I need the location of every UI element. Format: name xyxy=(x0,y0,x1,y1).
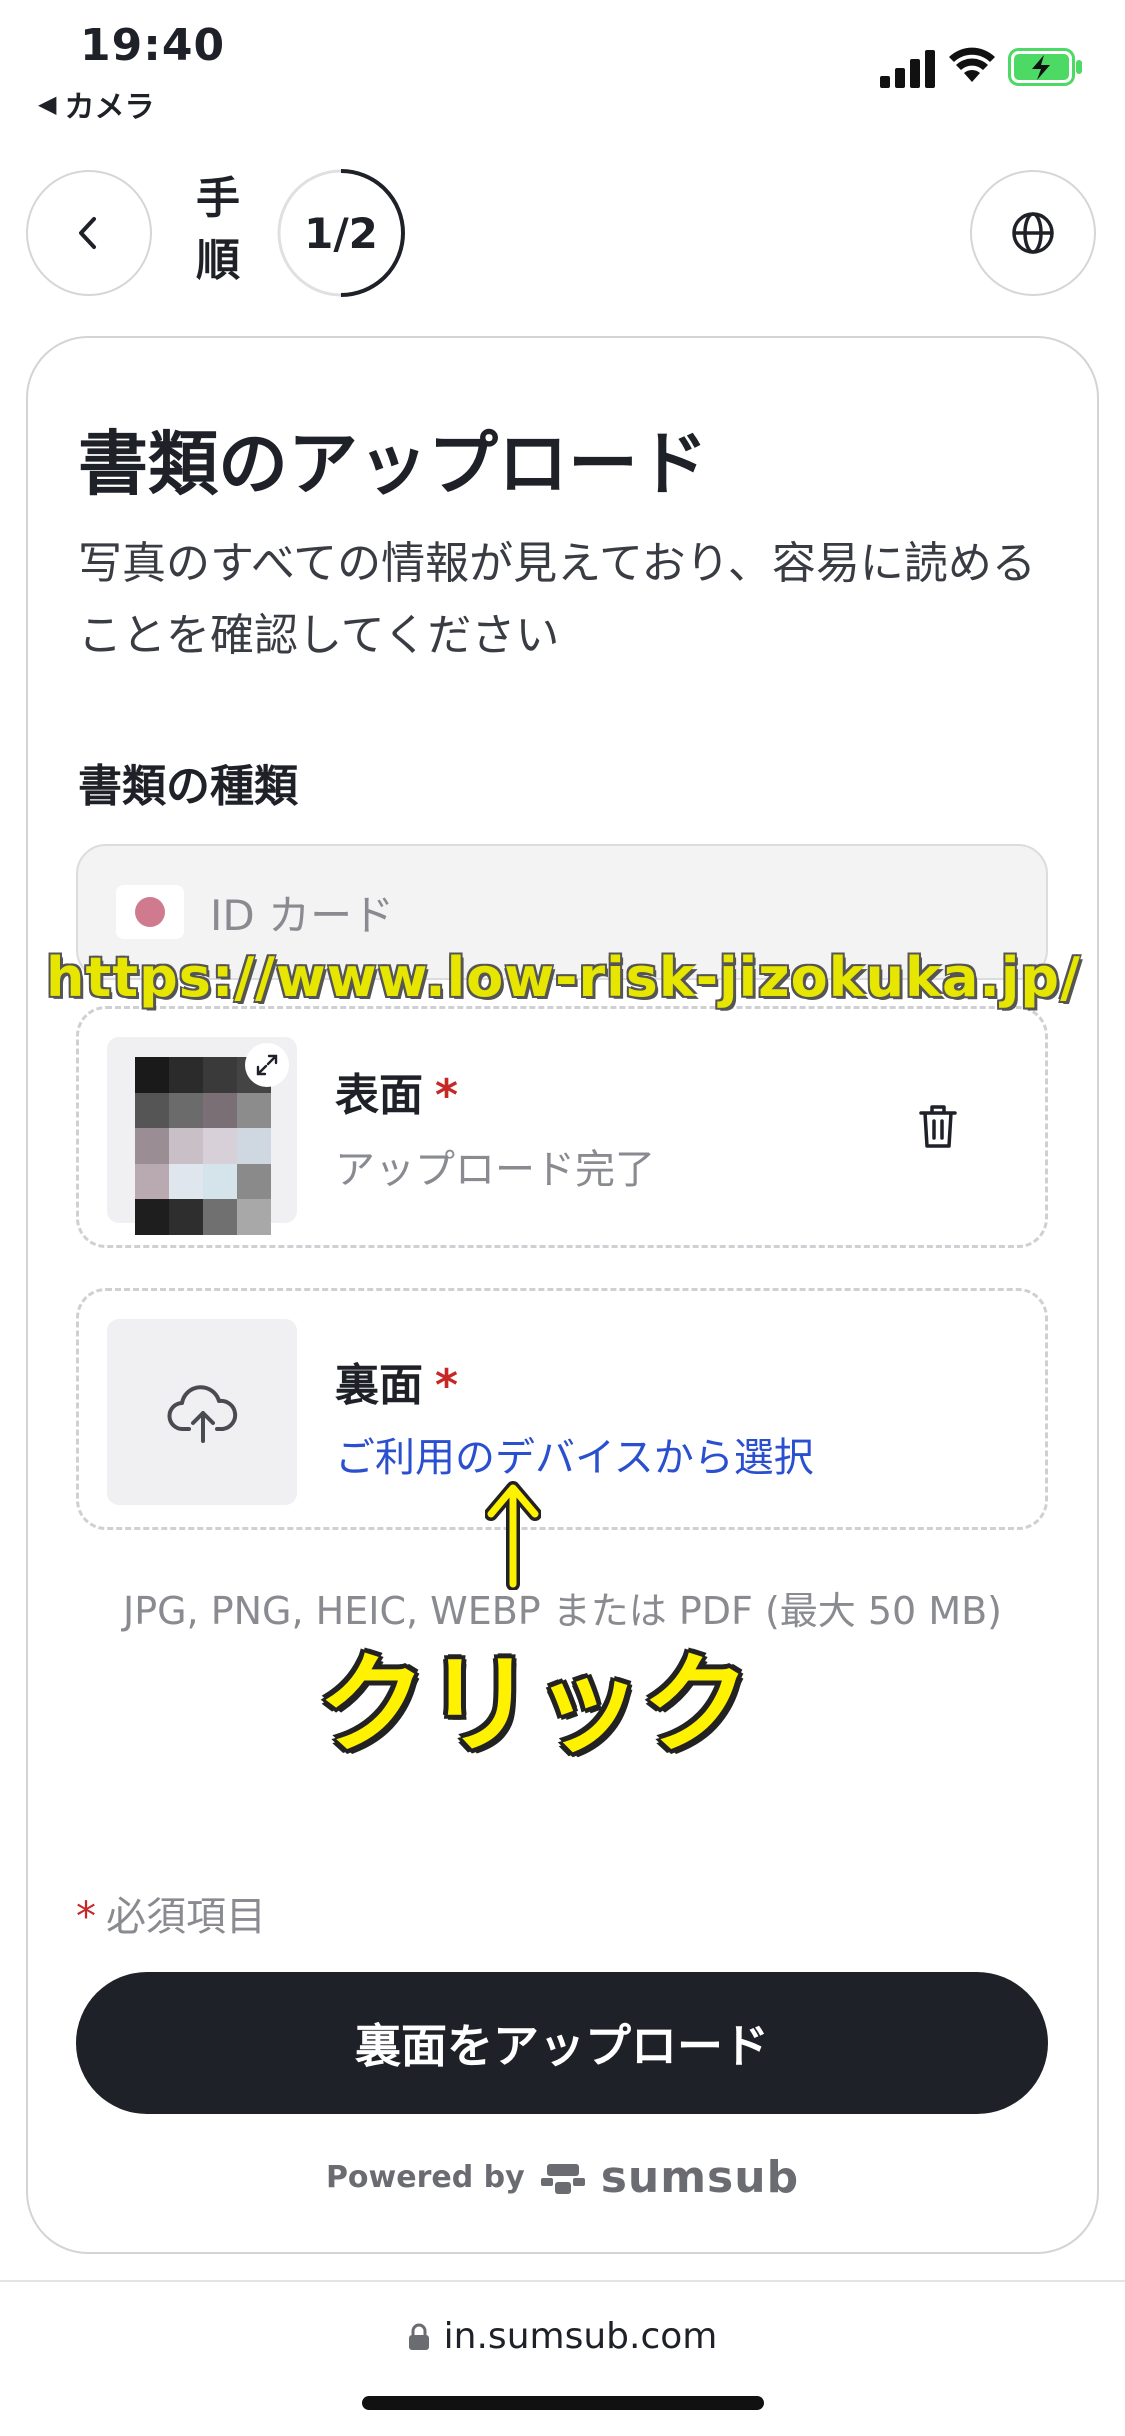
page-title: 書類のアップロード xyxy=(78,423,708,505)
arrow-up-annotation-icon xyxy=(485,1481,541,1590)
divider xyxy=(0,2280,1125,2282)
select-from-device-link[interactable]: ご利用のデバイスから選択 xyxy=(335,1425,814,1483)
required-note-text: 必須項目 xyxy=(106,1894,266,1940)
home-indicator[interactable] xyxy=(362,2396,764,2410)
back-side-upload[interactable]: 裏面 * ご利用のデバイスから選択 xyxy=(76,1288,1048,1530)
back-title-text: 裏面 xyxy=(335,1360,423,1411)
url-text: in.sumsub.com xyxy=(443,2316,718,2357)
required-fields-note: * 必須項目 xyxy=(76,1884,266,1942)
chevron-left-icon xyxy=(79,217,96,249)
back-triangle-icon: ◀ xyxy=(38,90,57,118)
front-side-upload: 表面 * アップロード完了 xyxy=(76,1006,1048,1248)
powered-by-footer: Powered by sumsub xyxy=(0,2152,1125,2203)
cellular-signal-icon xyxy=(880,50,935,88)
powered-by-label: Powered by xyxy=(325,2160,525,2195)
id-card-preview-image xyxy=(135,1057,271,1235)
cloud-upload-icon xyxy=(167,1385,238,1443)
front-side-title: 表面 * xyxy=(335,1059,458,1123)
upload-placeholder[interactable] xyxy=(107,1319,297,1505)
upload-back-button[interactable]: 裏面をアップロード xyxy=(76,1972,1048,2114)
sumsub-logo-icon xyxy=(540,2163,585,2194)
required-asterisk: * xyxy=(435,1070,459,1121)
front-title-text: 表面 xyxy=(335,1070,423,1121)
language-button[interactable] xyxy=(970,170,1096,296)
page-subtitle: 写真のすべての情報が見えており、容易に読めることを確認してください xyxy=(78,538,1036,661)
back-side-title: 裏面 * xyxy=(335,1349,458,1413)
document-type-value: ID カード xyxy=(210,890,395,940)
click-annotation: クリック xyxy=(318,1643,751,1768)
japan-flag-icon xyxy=(116,885,184,939)
back-to-app-link[interactable]: ◀ カメラ xyxy=(38,82,154,126)
browser-url-bar[interactable]: in.sumsub.com xyxy=(0,2316,1125,2357)
status-time: 19:40 xyxy=(80,20,226,71)
trash-icon[interactable] xyxy=(915,1101,961,1151)
sumsub-brand: sumsub xyxy=(600,2152,800,2203)
document-type-label: 書類の種類 xyxy=(78,761,298,812)
upload-status: アップロード完了 xyxy=(335,1147,655,1193)
front-thumbnail[interactable] xyxy=(107,1037,297,1235)
lock-icon xyxy=(408,2323,429,2350)
steps-label: 手順 xyxy=(196,173,240,286)
globe-icon xyxy=(1012,212,1054,254)
watermark-url: https://www.low-risk-jizokuka.jp/ xyxy=(46,946,1081,1009)
back-app-label: カメラ xyxy=(64,90,155,125)
battery-charging-icon xyxy=(1008,48,1082,86)
required-asterisk: * xyxy=(76,1894,96,1940)
back-button[interactable] xyxy=(26,170,152,296)
required-asterisk: * xyxy=(435,1360,459,1411)
expand-icon[interactable] xyxy=(245,1043,289,1087)
step-counter: 1/2 xyxy=(304,208,378,258)
wifi-icon xyxy=(949,47,995,82)
